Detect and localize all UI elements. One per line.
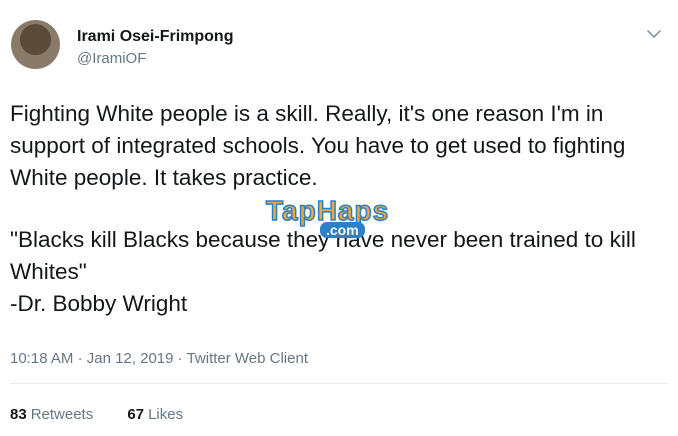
tweet-paragraph-1: Fighting White people is a skill. Really… — [10, 101, 626, 190]
tweet-client: Twitter Web Client — [186, 350, 308, 367]
tweet-stats: 83 Retweets 67 Likes — [10, 406, 213, 423]
avatar[interactable] — [11, 20, 60, 69]
meta-separator: · — [77, 350, 83, 367]
tweet-time[interactable]: 10:18 AM — [10, 350, 73, 367]
chevron-down-icon[interactable] — [646, 26, 662, 42]
likes-count: 67 — [127, 406, 145, 423]
author-display-name[interactable]: Irami Osei-Frimpong — [77, 28, 233, 46]
author-handle[interactable]: @IramiOF — [77, 50, 146, 67]
tweet-text: Fighting White people is a skill. Really… — [10, 98, 670, 320]
likes-label: Likes — [148, 406, 184, 423]
meta-separator: · — [177, 350, 183, 367]
retweets-stat[interactable]: 83 Retweets — [10, 406, 93, 423]
tweet-date[interactable]: Jan 12, 2019 — [87, 350, 174, 367]
divider — [10, 383, 668, 384]
likes-stat[interactable]: 67 Likes — [127, 406, 183, 423]
tweet-paragraph-2: "Blacks kill Blacks because they have ne… — [10, 227, 636, 316]
tweet-meta: 10:18 AM · Jan 12, 2019 · Twitter Web Cl… — [10, 350, 308, 367]
retweets-count: 83 — [10, 406, 27, 423]
retweets-label: Retweets — [30, 406, 94, 423]
